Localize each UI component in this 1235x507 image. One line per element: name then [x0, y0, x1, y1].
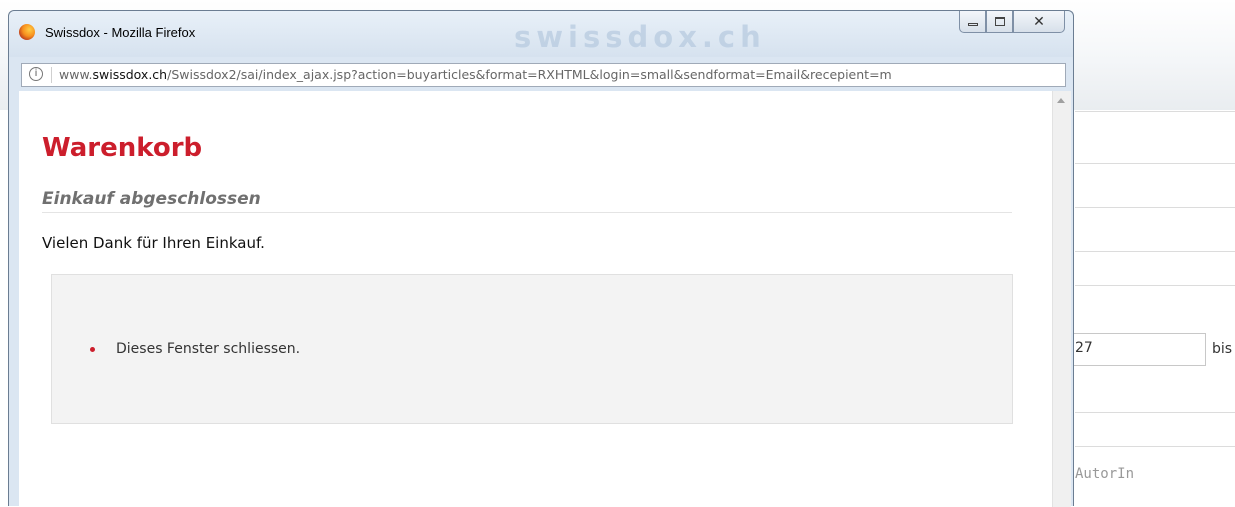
close-button[interactable]: ✕ — [1013, 11, 1065, 33]
section-title: Einkauf abgeschlossen — [42, 189, 261, 209]
close-icon: ✕ — [1033, 14, 1045, 30]
section-divider — [42, 212, 1012, 213]
page-content: Warenkorb Einkauf abgeschlossen Vielen D… — [19, 91, 1071, 507]
background-divider — [1075, 285, 1235, 286]
window-title: Swissdox - Mozilla Firefox — [45, 25, 196, 40]
maximize-icon — [995, 17, 1005, 26]
background-divider — [1075, 207, 1235, 208]
background-divider — [1075, 111, 1235, 112]
window-controls: ✕ — [959, 11, 1065, 35]
minimize-icon — [968, 23, 978, 26]
action-list: Dieses Fenster schliessen. — [90, 341, 300, 357]
close-window-link[interactable]: Dieses Fenster schliessen. — [90, 341, 300, 357]
info-icon[interactable]: i — [29, 67, 43, 81]
swissdox-watermark: swissdox.ch — [514, 20, 766, 54]
url-bar[interactable]: i www.swissdox.ch/Swissdox2/sai/index_aj… — [21, 63, 1066, 87]
url-domain: swissdox.ch — [92, 67, 168, 82]
window-titlebar[interactable]: Swissdox - Mozilla Firefox swissdox.ch ✕ — [9, 11, 1073, 57]
date-from-input[interactable]: 27 — [1066, 333, 1206, 366]
vertical-scrollbar[interactable] — [1052, 91, 1071, 507]
firefox-popup-window: Swissdox - Mozilla Firefox swissdox.ch ✕… — [8, 10, 1074, 507]
action-box: Dieses Fenster schliessen. — [51, 274, 1013, 424]
firefox-logo-icon — [19, 24, 35, 40]
thanks-message: Vielen Dank für Ihren Einkauf. — [42, 234, 265, 252]
background-divider — [1075, 446, 1235, 447]
url-path: /Swissdox2/sai/index_ajax.jsp?action=buy… — [167, 67, 892, 82]
scroll-up-icon[interactable] — [1057, 98, 1065, 103]
background-divider — [1075, 163, 1235, 164]
close-window-label: Dieses Fenster schliessen. — [116, 341, 301, 357]
background-divider — [1075, 412, 1235, 413]
url-prefix: www. — [59, 67, 93, 82]
page-title: Warenkorb — [42, 133, 203, 163]
bullet-icon — [90, 347, 95, 352]
date-bis-label: bis — [1212, 341, 1233, 357]
url-text: www.swissdox.ch/Swissdox2/sai/index_ajax… — [59, 67, 892, 82]
minimize-button[interactable] — [959, 11, 986, 33]
url-separator — [51, 67, 52, 83]
background-divider — [1075, 251, 1235, 252]
maximize-button[interactable] — [986, 11, 1013, 33]
autorin-label: AutorIn — [1075, 466, 1135, 482]
